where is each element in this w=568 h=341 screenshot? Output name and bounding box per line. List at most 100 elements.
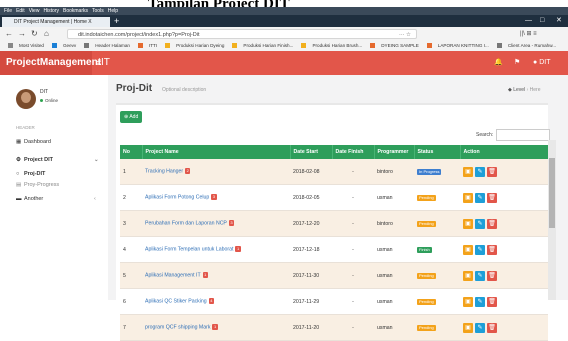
sidebar-item-dashboard[interactable]: ▦ Dashboard (16, 139, 51, 145)
edit-icon[interactable]: ✎ (475, 166, 485, 177)
breadcrumb-level[interactable]: Level (513, 87, 525, 93)
browser-menu-item[interactable]: Help (108, 8, 118, 14)
minimize-icon[interactable]: — (525, 15, 532, 27)
cell-programmer: usman (374, 184, 414, 211)
sidebar-item-proj-dit[interactable]: ○ Proj-DIT (16, 171, 45, 177)
column-header-status[interactable]: Status (414, 145, 461, 159)
close-icon[interactable]: ✕ (556, 15, 562, 27)
cell-date-start: 2017-12-18 (290, 236, 332, 263)
browser-tab[interactable]: DIT Project Management | Home X (2, 17, 110, 27)
project-link[interactable]: Perubahan Form dan Laporan NCP (145, 221, 227, 227)
url-bar[interactable]: dit.indotaichen.com/project/index1.php?p… (67, 29, 417, 39)
view-icon[interactable]: ▣ (463, 166, 473, 177)
cell-action: ▣ ✎ 🗑 (460, 288, 548, 315)
delete-icon[interactable]: 🗑 (487, 322, 497, 333)
delete-icon[interactable]: 🗑 (487, 296, 497, 307)
view-icon[interactable]: ▣ (463, 270, 473, 281)
page-actions-icon[interactable]: ··· ☆ (399, 30, 411, 40)
bookmark-icon (165, 43, 171, 49)
bookmark-item[interactable]: ITTI (134, 43, 157, 49)
maximize-icon[interactable]: □ (540, 15, 544, 27)
reload-icon[interactable]: ↻ (31, 29, 38, 39)
user-menu[interactable]: ● DIT (533, 51, 550, 75)
chevron-left-icon: ‹ (94, 196, 96, 202)
breadcrumb-home-icon[interactable]: ◆ (508, 87, 512, 93)
back-icon[interactable]: ← (5, 29, 13, 39)
cell-action: ▣ ✎ 🗑 (460, 184, 548, 211)
sidebar-item-project-dit[interactable]: ⚙ Project DIT ⌄ (16, 157, 99, 163)
delete-icon[interactable]: 🗑 (487, 244, 497, 255)
sidebar-item-label: Proj-DIT (24, 171, 46, 177)
cell-date-finish: - (332, 236, 374, 263)
cell-action: ▣ ✎ 🗑 (460, 262, 548, 289)
search-input[interactable] (496, 129, 550, 141)
bookmark-item[interactable]: Client Area - Rumahw... (493, 43, 556, 49)
user-status-label: Online (45, 98, 59, 103)
column-header-programmer[interactable]: Programmer (374, 145, 415, 159)
project-link[interactable]: Aplikasi Management IT (145, 273, 201, 279)
bookmark-item[interactable]: Most Visited (4, 43, 44, 49)
browser-menu-item[interactable]: View (29, 8, 40, 14)
browser-menu-item[interactable]: History (43, 8, 59, 14)
cell-status: Pending (414, 184, 460, 211)
view-icon[interactable]: ▣ (463, 322, 473, 333)
column-header-date-start[interactable]: Date Start (290, 145, 333, 159)
view-icon[interactable]: ▣ (463, 296, 473, 307)
bookmark-item[interactable]: Header Halaman (80, 43, 130, 49)
sidebar-item-another[interactable]: ▬ Another ‹ (16, 196, 96, 202)
edit-icon[interactable]: ✎ (475, 322, 485, 333)
library-icon[interactable]: ||\ ⊞ ≡ (520, 29, 537, 39)
browser-menu-item[interactable]: File (4, 8, 12, 14)
delete-icon[interactable]: 🗑 (487, 218, 497, 229)
bookmark-item[interactable]: Geevv (48, 43, 77, 49)
bookmark-label: LAPORAN KNITTING I... (437, 43, 489, 48)
delete-icon[interactable]: 🗑 (487, 192, 497, 203)
project-link[interactable]: Aplikasi Form Potong Celup (145, 195, 209, 201)
browser-tab-bar: DIT Project Management | Home X + — □ ✕ (0, 15, 568, 27)
bookmark-item[interactable]: LAPORAN KNITTING I... (423, 43, 489, 49)
bookmark-item[interactable]: DYEING SAMPLE (366, 43, 419, 49)
status-badge: Pending (417, 194, 436, 201)
view-icon[interactable]: ▣ (463, 192, 473, 203)
project-link[interactable]: program QCF shipping Mark (145, 325, 210, 331)
bookmark-icon (51, 43, 57, 49)
edit-icon[interactable]: ✎ (475, 218, 485, 229)
view-icon[interactable]: ▣ (463, 244, 473, 255)
bell-icon[interactable]: 🔔 (494, 51, 503, 75)
view-icon[interactable]: ▣ (463, 218, 473, 229)
delete-icon[interactable]: 🗑 (487, 166, 497, 177)
bookmark-label: Header Halaman (95, 43, 130, 48)
column-header-date-finish[interactable]: Date Finish (332, 145, 375, 159)
project-link[interactable]: Aplikasi Form Tempelan untuk Laborat (145, 247, 233, 253)
status-badge: Pending (417, 272, 436, 279)
bookmark-label: Geevv (62, 43, 77, 48)
page-scrollbar[interactable] (548, 140, 556, 300)
add-button[interactable]: ⊕ Add (120, 111, 143, 123)
flag-icon[interactable]: ⚑ (514, 51, 520, 75)
app-logo[interactable]: ProjectManagementIT (0, 51, 110, 75)
edit-icon[interactable]: ✎ (475, 192, 485, 203)
browser-menu-item[interactable]: Edit (16, 8, 25, 14)
edit-icon[interactable]: ✎ (475, 296, 485, 307)
cell-status: Pending (414, 262, 460, 289)
sidebar-item-proy-progress[interactable]: ▤ Proy-Progress (16, 182, 59, 188)
edit-icon[interactable]: ✎ (475, 244, 485, 255)
cell-status: Pending (414, 210, 460, 237)
browser-menu-item[interactable]: Bookmarks (63, 8, 88, 14)
bookmark-item[interactable]: Produksi Harian Dyeing (161, 43, 224, 49)
table-row: 1 Tracking Hanger 2 2018-02-08- bintoro In Pr… (120, 159, 548, 185)
forward-icon[interactable]: → (18, 29, 26, 39)
hamburger-icon[interactable]: ≡ (96, 51, 101, 75)
column-header-project-name[interactable]: Project Name (142, 145, 291, 159)
bookmark-item[interactable]: Produksi Harian Finish... (228, 43, 293, 49)
new-tab-button[interactable]: + (114, 16, 119, 26)
column-header-no[interactable]: No (120, 145, 143, 159)
browser-menu-item[interactable]: Tools (92, 8, 104, 14)
bookmark-item[interactable]: Produksi Harian Brush... (297, 43, 362, 49)
edit-icon[interactable]: ✎ (475, 270, 485, 281)
project-link[interactable]: Tracking Hanger (145, 169, 183, 175)
scrollbar-thumb[interactable] (549, 158, 555, 228)
cell-action: ▣ ✎ 🗑 (460, 314, 548, 341)
delete-icon[interactable]: 🗑 (487, 270, 497, 281)
home-icon[interactable]: ⌂ (44, 29, 49, 39)
